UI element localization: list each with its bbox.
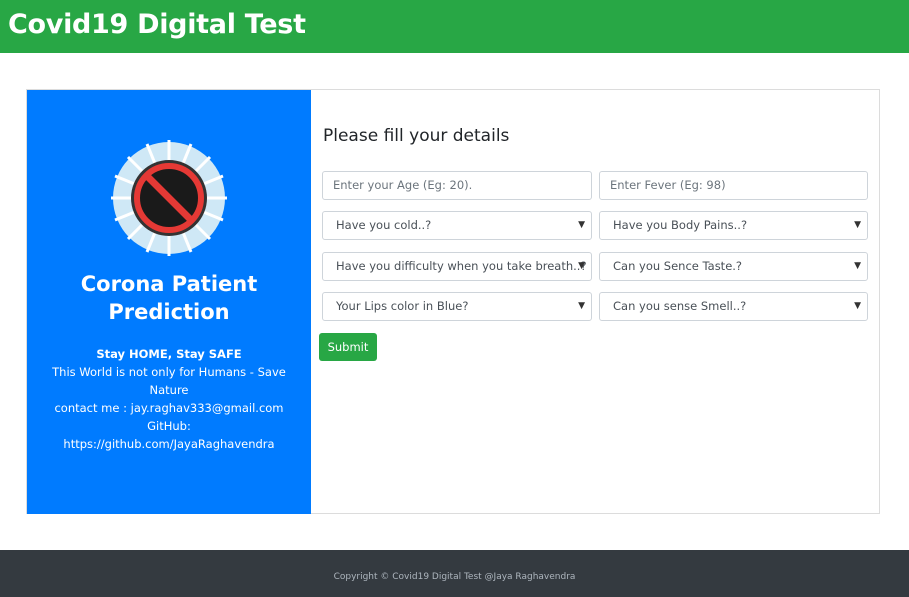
form-panel: Please fill your details Enter your Age … xyxy=(311,90,880,514)
age-input[interactable]: Enter your Age (Eg: 20). xyxy=(322,171,592,200)
panel-info: Stay HOME, Stay SAFE This World is not o… xyxy=(51,345,287,453)
cold-select-value: Have you cold..? xyxy=(336,218,432,232)
cold-select[interactable]: Have you cold..? ▼ xyxy=(322,211,592,240)
contact-text: contact me : jay.raghav333@gmail.com xyxy=(54,401,284,415)
motto-text: Stay HOME, Stay SAFE xyxy=(96,347,242,361)
message-text: This World is not only for Humans - Save… xyxy=(52,365,286,397)
chevron-down-icon: ▼ xyxy=(578,301,585,311)
fever-input[interactable]: Enter Fever (Eg: 98) xyxy=(599,171,868,200)
no-virus-icon xyxy=(111,140,227,256)
smell-select[interactable]: Can you sense Smell..? ▼ xyxy=(599,292,868,321)
form-title: Please fill your details xyxy=(323,126,510,146)
chevron-down-icon: ▼ xyxy=(854,261,861,271)
chevron-down-icon: ▼ xyxy=(854,301,861,311)
body-pains-select-value: Have you Body Pains..? xyxy=(613,218,748,232)
panel-title: Corona Patient Prediction xyxy=(27,270,311,326)
lips-select-value: Your Lips color in Blue? xyxy=(336,299,469,313)
footer: Copyright © Covid19 Digital Test @Jaya R… xyxy=(0,550,909,597)
copyright-text: Copyright © Covid19 Digital Test @Jaya R… xyxy=(333,572,576,582)
taste-select-value: Can you Sence Taste.? xyxy=(613,259,743,273)
github-label: GitHub: xyxy=(147,419,191,433)
navbar: Covid19 Digital Test xyxy=(0,0,909,53)
title-line-1: Corona Patient xyxy=(80,272,258,296)
github-link[interactable]: https://github.com/JayaRaghavendra xyxy=(51,435,287,453)
breath-select[interactable]: Have you difficulty when you take breath… xyxy=(322,252,592,281)
chevron-down-icon: ▼ xyxy=(854,220,861,230)
chevron-down-icon: ▼ xyxy=(578,220,585,230)
info-panel: Corona Patient Prediction Stay HOME, Sta… xyxy=(27,90,311,514)
body-pains-select[interactable]: Have you Body Pains..? ▼ xyxy=(599,211,868,240)
taste-select[interactable]: Can you Sence Taste.? ▼ xyxy=(599,252,868,281)
main-card: Corona Patient Prediction Stay HOME, Sta… xyxy=(26,89,880,514)
breath-select-value: Have you difficulty when you take breath… xyxy=(336,259,587,273)
chevron-down-icon: ▼ xyxy=(578,261,585,271)
title-line-2: Prediction xyxy=(108,300,230,324)
submit-button[interactable]: Submit xyxy=(319,333,377,361)
lips-select[interactable]: Your Lips color in Blue? ▼ xyxy=(322,292,592,321)
brand-title[interactable]: Covid19 Digital Test xyxy=(8,7,306,43)
smell-select-value: Can you sense Smell..? xyxy=(613,299,747,313)
